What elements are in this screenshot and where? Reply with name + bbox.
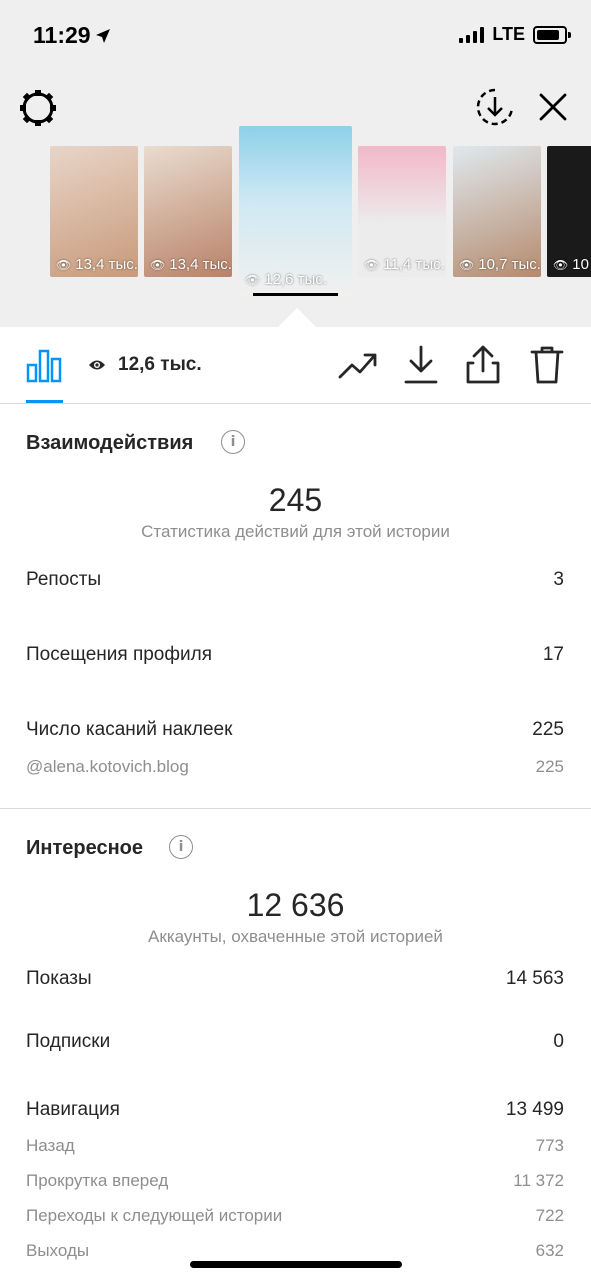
discovery-section: Интересное i 12 636 Аккаунты, охваченные… <box>0 809 591 1280</box>
story-thumbnail-active[interactable]: 👁 12,6 тыс. <box>239 126 352 296</box>
discovery-subtitle: Аккаунты, охваченные этой историей <box>148 927 443 946</box>
info-icon[interactable]: i <box>169 835 193 859</box>
story-thumbnail[interactable]: 👁 10 <box>547 146 591 277</box>
signal-icon <box>459 26 485 43</box>
download-icon[interactable] <box>403 345 439 385</box>
status-time: 11:29 <box>33 22 91 48</box>
story-thumbnails: 👁 13,4 тыс. 👁 13,4 тыс. 👁 12,6 тыс. 👁 11,4 т… <box>0 126 591 301</box>
story-thumbnail[interactable]: 👁 13,4 тыс. <box>50 146 138 277</box>
story-header: 11:29 LTE 👁 13,4 тыс. 👁 13,4 тыс. 👁 12,6… <box>0 0 591 327</box>
stat-subrow: Прокрутка вперед 11 372 <box>26 1171 564 1190</box>
story-thumbnail[interactable]: 👁 13,4 тыс. <box>144 146 232 277</box>
stat-subrow: @alena.kotovich.blog 225 <box>26 757 564 776</box>
stat-row: Посещения профиля 17 <box>26 644 564 665</box>
selected-caret <box>278 308 316 327</box>
interactions-total: 245 <box>268 482 323 518</box>
trending-icon[interactable] <box>338 349 378 381</box>
active-story-indicator <box>253 293 338 296</box>
download-circle-icon[interactable] <box>476 88 514 126</box>
bar-chart-icon[interactable] <box>26 347 62 383</box>
settings-gear-icon[interactable] <box>18 88 58 128</box>
stat-subrow: Переходы к следующей истории 722 <box>26 1206 564 1225</box>
stat-row: Число касаний наклеек 225 <box>26 719 564 740</box>
section-title: Взаимодействия <box>26 432 194 454</box>
stat-row: Подписки 0 <box>26 1031 564 1052</box>
battery-icon <box>533 25 571 44</box>
active-tab-indicator <box>26 400 63 403</box>
stat-subrow: Выходы 632 <box>26 1241 564 1260</box>
stat-subrow: Назад 773 <box>26 1136 564 1155</box>
stat-row: Навигация 13 499 <box>26 1099 564 1120</box>
share-icon[interactable] <box>465 345 501 385</box>
network-type: LTE <box>492 24 525 44</box>
stat-row: Репосты 3 <box>26 569 564 590</box>
close-icon[interactable] <box>538 92 568 122</box>
location-arrow-icon <box>96 29 110 43</box>
home-indicator[interactable] <box>190 1261 402 1268</box>
interactions-subtitle: Статистика действий для этой истории <box>141 522 450 541</box>
section-title: Интересное <box>26 837 143 859</box>
story-thumbnail[interactable]: 👁 10,7 тыс. <box>453 146 541 277</box>
interactions-section: Взаимодействия i 245 Статистика действий… <box>0 404 591 808</box>
status-indicators: LTE <box>459 24 571 45</box>
discovery-total: 12 636 <box>246 887 345 923</box>
info-icon[interactable]: i <box>221 430 245 454</box>
eye-icon <box>89 360 105 370</box>
stat-row: Показы 14 563 <box>26 968 564 989</box>
views-count: 12,6 тыс. <box>88 354 202 376</box>
trash-icon[interactable] <box>529 345 565 385</box>
insights-toolbar: 12,6 тыс. <box>0 327 591 404</box>
story-thumbnail[interactable]: 👁 11,4 тыс. <box>358 146 446 277</box>
